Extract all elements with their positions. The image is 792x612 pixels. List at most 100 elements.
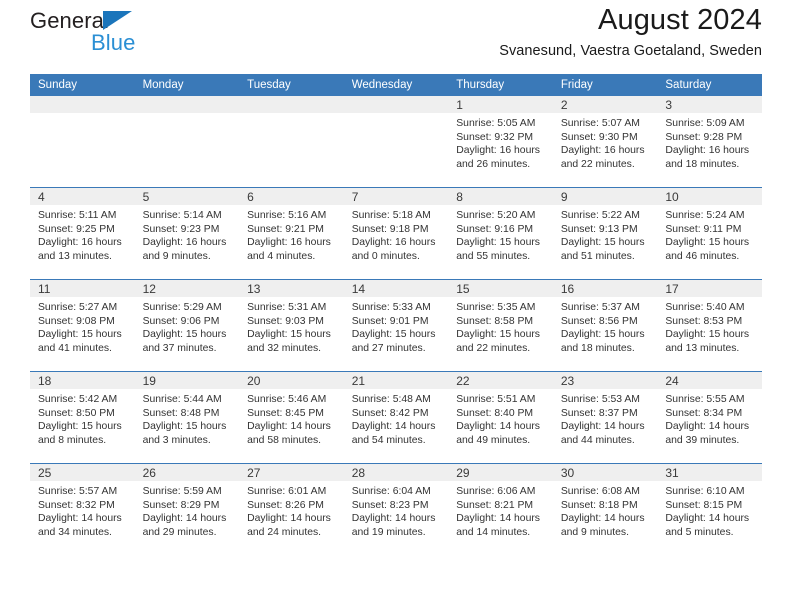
daylight-duration-line1: Daylight: 14 hours [665, 421, 750, 433]
calendar-day-cell[interactable]: 8 Sunrise: 5:20 AM Sunset: 9:16 PM Daylight… [448, 187, 553, 280]
calendar-day-cell[interactable]: 6 Sunrise: 5:16 AM Sunset: 9:21 PM Daylight… [239, 187, 344, 280]
calendar-day-cell[interactable]: 25 Sunrise: 5:57 AM Sunset: 8:32 PM Dayligh… [30, 463, 135, 555]
day-number: 3 [657, 96, 762, 113]
calendar-day-cell[interactable]: 22 Sunrise: 5:51 AM Sunset: 8:40 PM Dayligh… [448, 371, 553, 464]
daylight-duration-line2: and 8 minutes. [38, 434, 107, 446]
sunset-time: Sunset: 9:11 PM [665, 223, 742, 235]
sunset-time: Sunset: 9:30 PM [560, 131, 638, 143]
daylight-duration-line2: and 39 minutes. [665, 434, 740, 446]
calendar-day-cell[interactable]: 14 Sunrise: 5:33 AM Sunset: 9:01 PM Dayligh… [343, 279, 449, 372]
day-details: Sunrise: 5:27 AM Sunset: 9:08 PM Daylight:… [30, 297, 135, 355]
daylight-duration-line1: Daylight: 16 hours [38, 237, 122, 249]
calendar-day-cell[interactable]: 5 Sunrise: 5:14 AM Sunset: 9:23 PM Daylight… [134, 187, 240, 280]
day-number: 31 [657, 464, 762, 481]
day-number: 17 [657, 280, 762, 297]
day-number: 14 [343, 280, 449, 297]
calendar-day-cell[interactable]: 7 Sunrise: 5:18 AM Sunset: 9:18 PM Daylight… [343, 187, 449, 280]
day-number: 19 [134, 372, 240, 389]
day-number: 28 [343, 464, 449, 481]
day-details: Sunrise: 5:55 AM Sunset: 8:34 PM Daylight:… [657, 389, 762, 447]
calendar-day-cell[interactable]: 12 Sunrise: 5:29 AM Sunset: 9:06 PM Dayligh… [134, 279, 240, 372]
daylight-duration-line1: Daylight: 15 hours [247, 329, 331, 341]
sunrise-sunset-calendar: Sunday Monday Tuesday Wednesday Thursday Frid… [30, 74, 762, 555]
day-details: Sunrise: 5:29 AM Sunset: 9:06 PM Daylight:… [135, 297, 240, 355]
day-details: Sunrise: 5:07 AM Sunset: 9:30 PM Daylight:… [553, 113, 658, 171]
day-number [30, 96, 135, 113]
daylight-duration-line2: and 0 minutes. [351, 250, 420, 262]
daylight-duration-line2: and 4 minutes. [247, 250, 316, 262]
calendar-day-cell[interactable]: 17 Sunrise: 5:40 AM Sunset: 8:53 PM Dayligh… [657, 279, 762, 372]
day-number: 8 [448, 188, 553, 205]
weekday-header-row: Sunday Monday Tuesday Wednesday Thursday Frid… [30, 74, 762, 96]
calendar-week-row: 25 Sunrise: 5:57 AM Sunset: 8:32 PM Dayligh… [30, 463, 762, 555]
weekday-header-sunday: Sunday [30, 74, 135, 96]
day-details: Sunrise: 5:22 AM Sunset: 9:13 PM Daylight:… [553, 205, 658, 263]
day-details: Sunrise: 5:09 AM Sunset: 9:28 PM Daylight:… [657, 113, 762, 171]
sunrise-time: Sunrise: 5:37 AM [560, 302, 640, 313]
calendar-day-cell[interactable]: 15 Sunrise: 5:35 AM Sunset: 8:58 PM Dayligh… [448, 279, 553, 372]
calendar-day-cell[interactable]: 18 Sunrise: 5:42 AM Sunset: 8:50 PM Dayligh… [30, 371, 135, 464]
calendar-day-cell[interactable]: 26 Sunrise: 5:59 AM Sunset: 8:29 PM Dayligh… [134, 463, 240, 555]
calendar-day-cell[interactable]: 23 Sunrise: 5:53 AM Sunset: 8:37 PM Dayligh… [552, 371, 658, 464]
calendar-day-cell[interactable]: 3 Sunrise: 5:09 AM Sunset: 9:28 PM Daylight… [657, 96, 762, 188]
sunrise-time: Sunrise: 5:24 AM [665, 210, 745, 221]
sunset-time: Sunset: 9:13 PM [560, 223, 638, 235]
daylight-duration-line1: Daylight: 15 hours [351, 329, 436, 341]
calendar-day-cell[interactable]: 4 Sunrise: 5:11 AM Sunset: 9:25 PM Daylight… [30, 187, 135, 280]
calendar-day-cell[interactable]: 13 Sunrise: 5:31 AM Sunset: 9:03 PM Dayligh… [239, 279, 344, 372]
calendar-day-cell[interactable]: 29 Sunrise: 6:06 AM Sunset: 8:21 PM Dayligh… [448, 463, 553, 555]
calendar-day-cell[interactable]: 11 Sunrise: 5:27 AM Sunset: 9:08 PM Dayligh… [30, 279, 135, 372]
logo-text-blue: Blue [91, 30, 136, 55]
sunset-time: Sunset: 9:21 PM [247, 223, 324, 235]
sunrise-time: Sunrise: 5:57 AM [38, 486, 118, 497]
calendar-day-cell[interactable]: 21 Sunrise: 5:48 AM Sunset: 8:42 PM Dayligh… [343, 371, 449, 464]
logo-triangle-icon [103, 11, 132, 30]
sunset-time: Sunset: 8:34 PM [665, 407, 743, 419]
daylight-duration-line2: and 54 minutes. [351, 434, 426, 446]
calendar-day-cell[interactable]: 10 Sunrise: 5:24 AM Sunset: 9:11 PM Dayligh… [657, 187, 762, 280]
calendar-day-cell[interactable]: 28 Sunrise: 6:04 AM Sunset: 8:23 PM Dayligh… [343, 463, 449, 555]
calendar-day-cell[interactable]: 16 Sunrise: 5:37 AM Sunset: 8:56 PM Dayligh… [552, 279, 658, 372]
daylight-duration-line1: Daylight: 14 hours [560, 421, 645, 433]
sunset-time: Sunset: 8:18 PM [560, 499, 638, 511]
day-details: Sunrise: 5:40 AM Sunset: 8:53 PM Daylight:… [657, 297, 762, 355]
daylight-duration-line2: and 49 minutes. [456, 434, 531, 446]
daylight-duration-line2: and 27 minutes. [351, 342, 426, 354]
daylight-duration-line1: Daylight: 14 hours [38, 513, 122, 525]
day-number: 18 [30, 372, 135, 389]
daylight-duration-line2: and 55 minutes. [456, 250, 531, 262]
day-details: Sunrise: 5:18 AM Sunset: 9:18 PM Daylight:… [344, 205, 449, 263]
sunset-time: Sunset: 8:40 PM [456, 407, 534, 419]
daylight-duration-line1: Daylight: 15 hours [456, 237, 540, 249]
sunrise-time: Sunrise: 5:35 AM [456, 302, 536, 313]
day-number: 2 [552, 96, 658, 113]
day-details: Sunrise: 6:10 AM Sunset: 8:15 PM Daylight:… [657, 481, 762, 539]
daylight-duration-line2: and 44 minutes. [560, 434, 635, 446]
calendar-day-cell[interactable]: 19 Sunrise: 5:44 AM Sunset: 8:48 PM Dayligh… [134, 371, 240, 464]
calendar-day-cell[interactable]: 1 Sunrise: 5:05 AM Sunset: 9:32 PM Daylight… [448, 96, 553, 188]
day-number: 22 [448, 372, 553, 389]
sunrise-time: Sunrise: 5:29 AM [142, 302, 222, 313]
calendar-week-row: 11 Sunrise: 5:27 AM Sunset: 9:08 PM Dayligh… [30, 279, 762, 372]
sunset-time: Sunset: 8:32 PM [38, 499, 115, 511]
sunrise-time: Sunrise: 5:22 AM [560, 210, 640, 221]
day-number: 15 [448, 280, 553, 297]
daylight-duration-line1: Daylight: 15 hours [142, 329, 227, 341]
sunrise-time: Sunrise: 6:06 AM [456, 486, 536, 497]
calendar-day-cell[interactable]: 24 Sunrise: 5:55 AM Sunset: 8:34 PM Dayligh… [657, 371, 762, 464]
sunset-time: Sunset: 8:53 PM [665, 315, 743, 327]
daylight-duration-line1: Daylight: 16 hours [560, 145, 645, 157]
generalblue-logo[interactable]: General Blue [30, 8, 180, 60]
calendar-day-cell[interactable]: 31 Sunrise: 6:10 AM Sunset: 8:15 PM Dayligh… [657, 463, 762, 555]
sunset-time: Sunset: 8:26 PM [247, 499, 324, 511]
calendar-day-cell[interactable]: 30 Sunrise: 6:08 AM Sunset: 8:18 PM Dayligh… [552, 463, 658, 555]
day-details: Sunrise: 5:35 AM Sunset: 8:58 PM Daylight:… [448, 297, 553, 355]
calendar-day-cell[interactable]: 20 Sunrise: 5:46 AM Sunset: 8:45 PM Dayligh… [239, 371, 344, 464]
day-number: 26 [134, 464, 240, 481]
calendar-day-cell[interactable]: 27 Sunrise: 6:01 AM Sunset: 8:26 PM Dayligh… [239, 463, 344, 555]
daylight-duration-line1: Daylight: 14 hours [456, 513, 540, 525]
daylight-duration-line2: and 58 minutes. [247, 434, 322, 446]
calendar-day-cell[interactable]: 2 Sunrise: 5:07 AM Sunset: 9:30 PM Daylight… [552, 96, 658, 188]
calendar-day-cell[interactable]: 9 Sunrise: 5:22 AM Sunset: 9:13 PM Daylight… [552, 187, 658, 280]
day-number: 29 [448, 464, 553, 481]
